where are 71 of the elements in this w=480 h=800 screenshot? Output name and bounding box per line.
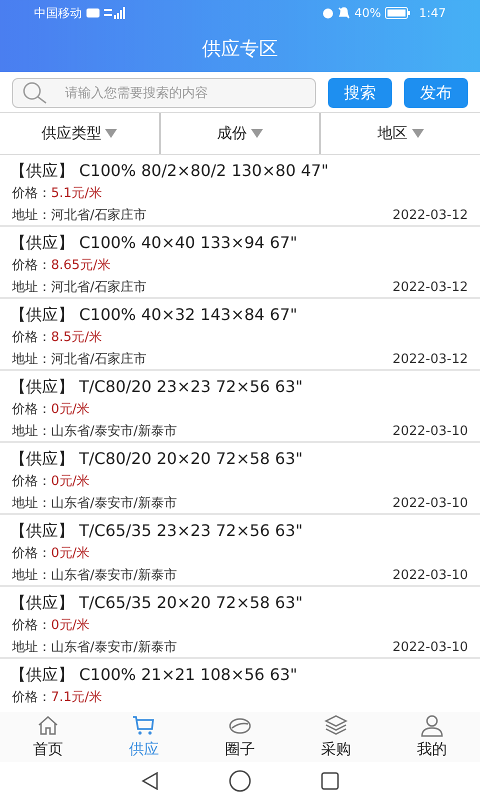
address-value: 山东省/泰安市/新泰市 — [51, 639, 177, 657]
price-value: 0元/米 — [51, 401, 90, 419]
address-value: 山东省/泰安市/新泰市 — [51, 423, 177, 441]
address-value: 山东省/泰安市/新泰市 — [51, 567, 177, 585]
price-value: 0元/米 — [51, 545, 90, 563]
tab-item[interactable]: 圈子 — [192, 712, 288, 762]
address-label: 地址： — [12, 207, 51, 225]
address-label: 地址： — [12, 495, 51, 513]
price-label: 价格： — [12, 617, 51, 635]
listing-item[interactable]: 【供应】 T/C65/35 20×20 72×58 63" 价格：0元/米 地址：山东省/泰安市/新泰市 2022-03-10 — [0, 587, 480, 659]
price-label: 价格： — [12, 473, 51, 491]
listing-title: 【供应】 C100% 21×21 108×56 63" — [10, 664, 298, 686]
back-icon[interactable] — [141, 772, 159, 790]
listing-date: 2022-03-12 — [392, 207, 468, 225]
battery-icon — [385, 7, 412, 19]
address-value: 河北省/石家庄市 — [51, 207, 146, 225]
listing-item[interactable]: 【供应】 C100% 40×32 143×84 67" 价格：8.5元/米 地址：河北省/石家庄市 2022-03-12 — [0, 299, 480, 371]
price-value: 7.1元/米 — [51, 689, 102, 707]
listing-title: 【供应】 T/C65/35 20×20 72×58 63" — [10, 592, 304, 614]
home-circle-icon[interactable] — [229, 770, 251, 792]
listing-title: 【供应】 C100% 80/2×80/2 130×80 47" — [10, 160, 330, 182]
listing-item[interactable]: 【供应】 T/C65/35 23×23 72×56 63" 价格：0元/米 地址：山东省/泰安市/新泰市 2022-03-10 — [0, 515, 480, 587]
user-icon — [419, 714, 445, 738]
price-value: 0元/米 — [51, 473, 90, 491]
address-label: 地址： — [12, 279, 51, 297]
search-icon — [22, 82, 48, 104]
price-label: 价格： — [12, 689, 51, 707]
price-label: 价格： — [12, 401, 51, 419]
signal-icon — [104, 7, 126, 19]
listing-title: 【供应】 C100% 40×40 133×94 67" — [10, 232, 298, 254]
listing-date: 2022-03-12 — [392, 279, 468, 297]
listing-title: 【供应】 T/C65/35 23×23 72×56 63" — [10, 520, 304, 542]
address-label: 地址： — [12, 567, 51, 585]
listing-title: 【供应】 T/C80/20 20×20 72×58 63" — [10, 448, 304, 470]
price-value: 8.5元/米 — [51, 329, 102, 347]
carrier-name: 中国移动 — [34, 5, 82, 22]
address-value: 河北省/石家庄市 — [51, 351, 146, 369]
address-label: 地址： — [12, 639, 51, 657]
address-label: 地址： — [12, 351, 51, 369]
price-label: 价格： — [12, 185, 51, 203]
listing-item[interactable]: 【供应】 C100% 40×40 133×94 67" 价格：8.65元/米 地址：河北省/石家庄市 2022-03-12 — [0, 227, 480, 299]
price-value: 8.65元/米 — [51, 257, 110, 275]
price-label: 价格： — [12, 545, 51, 563]
dropdown-triangle-icon — [105, 129, 118, 138]
listing-date: 2022-03-10 — [392, 639, 468, 657]
price-value: 5.1元/米 — [51, 185, 102, 203]
search-field[interactable]: 请输入您需要搜索的内容 — [12, 78, 316, 108]
listing-date: 2022-03-10 — [392, 567, 468, 585]
address-label: 地址： — [12, 423, 51, 441]
address-value: 山东省/泰安市/新泰市 — [51, 495, 177, 513]
price-label: 价格： — [12, 329, 51, 347]
recents-icon[interactable] — [321, 772, 339, 790]
status-time: 1:47 — [419, 5, 446, 22]
page-title: 供应专区 — [201, 37, 279, 62]
dropdown-triangle-icon — [412, 129, 424, 138]
battery-percent: 40% — [354, 5, 382, 22]
listing-item[interactable]: 【供应】 T/C80/20 23×23 72×56 63" 价格：0元/米 地址：山东省/泰安市/新泰市 2022-03-10 — [0, 371, 480, 443]
dropdown-triangle-icon — [251, 129, 263, 138]
address-value: 河北省/石家庄市 — [51, 279, 146, 297]
listing-title: 【供应】 T/C80/20 23×23 72×56 63" — [10, 376, 304, 398]
tab-item[interactable]: 我的 — [384, 712, 480, 762]
tab-item[interactable]: 采购 — [288, 712, 384, 762]
listing-item[interactable]: 【供应】 C100% 80/2×80/2 130×80 47" 价格：5.1元/米 地址：河北省/石家庄市 2022-03-12 — [0, 155, 480, 227]
listing-date: 2022-03-12 — [392, 351, 468, 369]
tab-item[interactable]: 首页 — [0, 712, 96, 762]
price-value: 0元/米 — [51, 617, 90, 635]
listing-date: 2022-03-10 — [392, 423, 468, 441]
listing-date: 2022-03-10 — [392, 495, 468, 513]
listing-item[interactable]: 【供应】 T/C80/20 20×20 72×58 63" 价格：0元/米 地址：山东省/泰安市/新泰市 2022-03-10 — [0, 443, 480, 515]
price-label: 价格： — [12, 257, 51, 275]
listing-title: 【供应】 C100% 40×32 143×84 67" — [10, 304, 298, 326]
